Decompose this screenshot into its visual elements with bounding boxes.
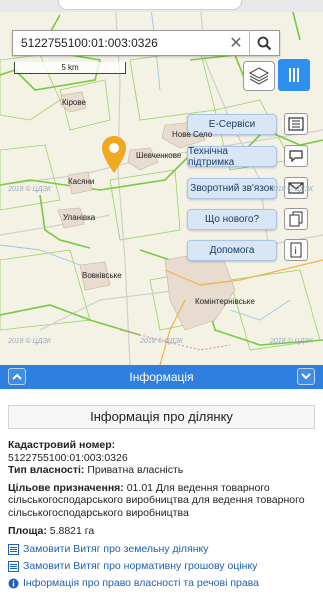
place-label: Шевченкове	[136, 151, 182, 160]
scale-label: 5 km	[61, 63, 79, 72]
place-label: Комінтернівське	[195, 297, 255, 306]
chevron-down-icon[interactable]	[297, 368, 315, 385]
place-label: Кірове	[62, 98, 86, 107]
menu-item-label: Зворотний зв'язок	[190, 183, 274, 194]
place-label: Нове Село	[172, 130, 213, 139]
place-label: Вовківське	[82, 271, 122, 280]
ownership-row: Тип власності: Приватна власність	[8, 464, 315, 477]
layers-icon	[248, 67, 270, 85]
area-label: Площа:	[8, 525, 47, 537]
menu-item-feedback[interactable]: Зворотний зв'язок	[187, 178, 277, 199]
ownership-rights-info-link[interactable]: Інформація про право власності та речові…	[8, 575, 315, 592]
search-icon	[257, 36, 272, 50]
area-value: 5.8821 га	[49, 525, 95, 537]
map-watermark: 2018 © ЦДЗК	[270, 338, 314, 345]
book-icon[interactable]	[284, 113, 308, 135]
link-label: Інформація про право власності та речові…	[23, 576, 259, 589]
info-panel-title: Інформація	[129, 370, 194, 384]
menu-item-tech-support[interactable]: Технічна підтримка	[187, 145, 277, 168]
menu-item-label: Що нового?	[204, 214, 260, 225]
info-icon[interactable]: i	[284, 239, 308, 261]
map-watermark: 2018 © ЦДЗК	[140, 338, 184, 345]
document-icon	[8, 543, 19, 555]
document-icon	[8, 560, 19, 572]
order-land-extract-link[interactable]: Замовити Витяг про земельну ділянку	[8, 541, 315, 558]
parcel-info-panel: Інформація про ділянку Кадастровий номер…	[0, 389, 323, 600]
order-valuation-extract-link[interactable]: Замовити Витяг про нормативну грошову оц…	[8, 558, 315, 575]
info-icon	[8, 578, 19, 589]
menu-toggle-button[interactable]	[278, 59, 310, 91]
ownership-value: Приватна власність	[87, 464, 184, 476]
map-view[interactable]: ✕ 5 km Е-Сервіси Технічна підт	[0, 0, 323, 365]
menu-item-label: Технічна підтримка	[188, 145, 235, 168]
map-scale-bar: 5 km	[14, 62, 126, 74]
vertical-bars-icon	[289, 68, 299, 82]
chat-icon[interactable]	[284, 145, 308, 167]
info-panel-header[interactable]: Інформація	[0, 365, 323, 389]
cadastral-search-input[interactable]	[13, 31, 223, 55]
browser-url-bar	[0, 0, 323, 12]
place-label: Касяни	[68, 177, 95, 186]
layers-button[interactable]	[243, 61, 275, 91]
cadastral-number-label: Кадастровий номер:	[8, 439, 116, 451]
search-button[interactable]	[249, 30, 279, 56]
menu-item-label: Допомога	[209, 245, 255, 256]
menu-item-whats-new[interactable]: Що нового?	[187, 209, 277, 230]
area-row: Площа: 5.8821 га	[8, 525, 315, 538]
documents-icon[interactable]	[284, 208, 308, 230]
link-label: Замовити Витяг про нормативну грошову оц…	[23, 559, 258, 572]
map-watermark: 2018 © ЦДЗК	[8, 338, 52, 345]
menu-item-help[interactable]: Допомога	[187, 240, 277, 261]
svg-text:i: i	[294, 246, 297, 257]
ownership-label: Тип власності:	[8, 464, 85, 476]
clear-search-icon[interactable]: ✕	[223, 31, 249, 55]
purpose-row: Цільове призначення: 01.01 Для ведення т…	[8, 482, 315, 520]
location-marker-icon[interactable]	[101, 135, 127, 175]
chevron-up-icon[interactable]	[8, 368, 26, 385]
cadastral-search-bar: ✕	[12, 30, 280, 56]
parcel-info-title: Інформація про ділянку	[8, 405, 315, 429]
map-watermark: 2018 © ЦДЗК	[270, 186, 314, 193]
menu-item-label: Е-Сервіси	[208, 119, 256, 130]
cadastral-number-value: 5122755100:01:003:0326	[8, 451, 128, 464]
link-label: Замовити Витяг про земельну ділянку	[23, 542, 209, 555]
place-label: Уланівка	[63, 213, 96, 222]
map-watermark: 2018 © ЦДЗК	[8, 186, 52, 193]
browser-address-pill[interactable]	[58, 0, 242, 10]
purpose-label: Цільове призначення:	[8, 481, 124, 494]
